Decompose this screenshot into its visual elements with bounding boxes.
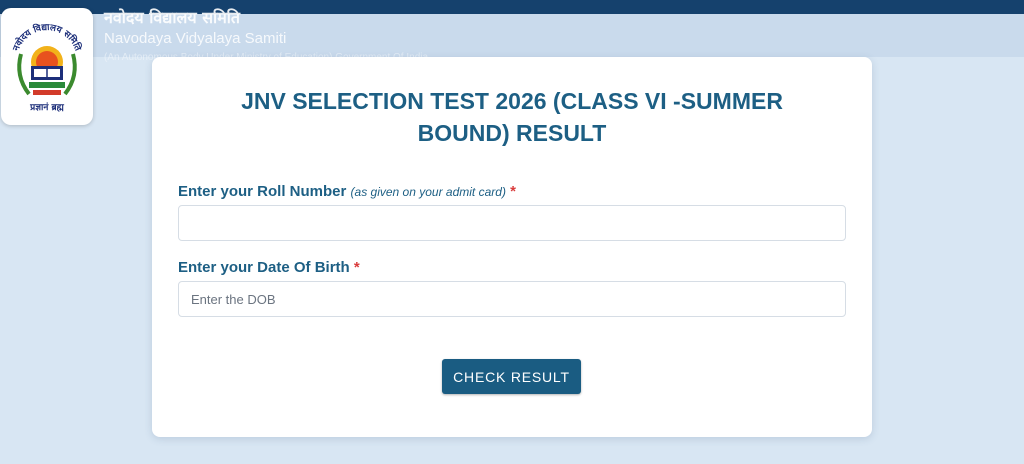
result-form-card: JNV SELECTION TEST 2026 (CLASS VI -SUMME… bbox=[152, 57, 872, 437]
dob-label-text: Enter your Date Of Birth bbox=[178, 259, 350, 276]
roll-number-hint: (as given on your admit card) bbox=[350, 185, 506, 199]
nvs-logo[interactable]: नवोदय विद्यालय समिति प्रज्ञानं ब्रह्म bbox=[1, 8, 93, 125]
check-result-button[interactable]: CHECK RESULT bbox=[442, 359, 581, 394]
roll-number-label-text: Enter your Roll Number bbox=[178, 183, 347, 200]
dob-label: Enter your Date Of Birth * bbox=[178, 259, 360, 276]
svg-text:प्रज्ञानं ब्रह्म: प्रज्ञानं ब्रह्म bbox=[29, 102, 64, 113]
nvs-emblem-logo-icon: नवोदय विद्यालय समिति प्रज्ञानं ब्रह्म bbox=[11, 21, 84, 113]
dob-input[interactable] bbox=[178, 281, 846, 317]
page-title: JNV SELECTION TEST 2026 (CLASS VI -SUMME… bbox=[241, 88, 783, 146]
org-name-english: Navodaya Vidyalaya Samiti bbox=[104, 30, 287, 47]
org-name-hindi: नवोदय विद्यालय समिति bbox=[104, 8, 241, 27]
required-asterisk: * bbox=[353, 259, 360, 276]
required-asterisk: * bbox=[510, 183, 516, 200]
roll-number-input[interactable] bbox=[178, 205, 846, 241]
roll-number-label: Enter your Roll Number (as given on your… bbox=[178, 183, 516, 200]
